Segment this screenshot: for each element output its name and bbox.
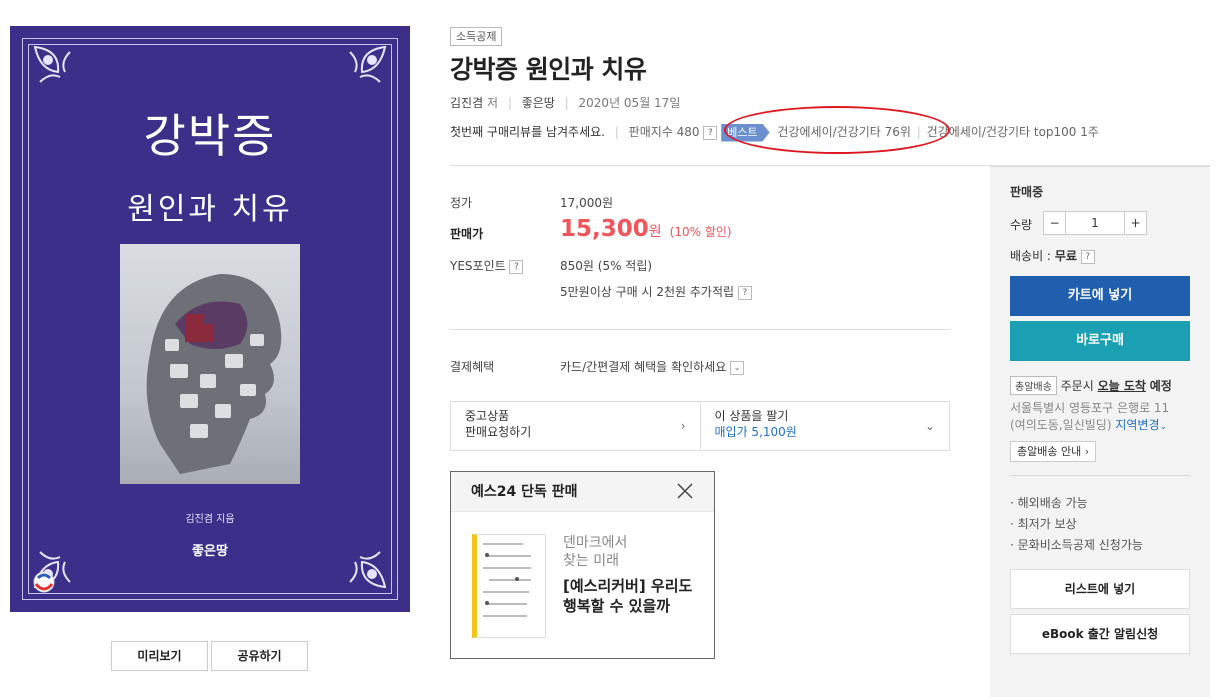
sale-price-label: 판매가 [450,227,484,241]
cover-author: 김진겸 지음 [185,514,235,525]
points-value: 850원 (5% 적립) [560,259,653,273]
quantity-stepper: − 1 + [1043,211,1147,235]
review-prompt-link[interactable]: 첫번째 구매리뷰를 남겨주세요. [450,125,605,139]
highlight-oval [724,106,950,154]
buy-now-button[interactable]: 바로구매 [1010,321,1190,361]
publish-date: 2020년 05월 17일 [578,96,681,110]
sale-price-unit: 원 [648,224,662,240]
close-icon[interactable] [676,482,694,500]
chevron-right-icon: › [680,419,686,433]
corner-logo-icon [33,571,55,593]
divider [1010,475,1190,476]
delivery-info-button[interactable]: 총알배송 안내 › [1010,441,1097,462]
ebook-alert-button[interactable]: eBook 출간 알림신청 [1010,614,1190,654]
add-to-cart-button[interactable]: 카트에 넣기 [1010,276,1190,316]
cover-illustration [120,244,300,484]
divider [450,165,990,166]
help-icon[interactable]: ? [737,285,752,300]
recommended-subtitle-line1: 덴마크에서 [563,535,628,551]
delivery-prefix: 주문시 [1060,379,1094,393]
ornament-icon [33,45,71,83]
help-icon[interactable]: ? [703,125,718,140]
income-deduction-badge: 소득공제 [450,27,503,46]
quantity-input[interactable]: 1 [1066,212,1124,234]
sale-status: 판매중 [1010,185,1044,199]
points-label-wrap: YES포인트 ? [450,257,524,274]
recommended-subtitle: 덴마크에서 찾는 미래 [563,534,627,570]
divider [450,329,950,330]
product-title: 강박증 원인과 치유 [450,55,647,84]
used-label: 중고상품 [465,409,510,423]
bonus-points: 5만원이상 구매 시 2천원 추가적립 [560,285,735,299]
cover-subtitle: 원인과 치유 [127,192,293,227]
feature-item: · 해외배송 가능 [1010,496,1088,510]
quantity-minus-button[interactable]: − [1044,212,1066,234]
preview-button[interactable]: 미리보기 [111,641,208,671]
delivery-suffix: 예정 [1149,379,1172,393]
address-block: 서울특별시 영등포구 은행로 11 (여의도동,일신빌딩) 지역변경⌄ [1010,400,1195,436]
recommended-title[interactable]: [예스리커버] 우리도 행복할 수 있을까 [563,576,703,616]
recommended-subtitle-line2: 찾는 미래 [563,553,619,569]
chevron-down-icon: ⌄ [1159,422,1168,432]
feature-list: · 해외배송 가능 · 최저가 보상 · 문화비소득공제 신청가능 [1010,493,1143,556]
rank-top100-link[interactable]: 건강에세이/건강기타 top100 1주 [927,125,1099,139]
payment-benefit-wrap[interactable]: 카드/간편결제 혜택을 확인하세요 ⌄ [560,358,745,375]
sale-price-value: 15,300 [560,216,649,242]
ornament-icon [349,45,387,83]
address-line2: (여의도동,일신빌딩) [1010,418,1112,432]
cover-publisher: 좋은땅 [192,544,228,559]
feature-item: · 문화비소득공제 신청가능 [1010,538,1143,552]
share-button[interactable]: 공유하기 [211,641,308,671]
chevron-down-icon[interactable]: ⌄ [730,360,745,375]
exclusive-title: 예스24 단독 판매 [471,484,578,500]
cover-title: 강박증 [143,109,277,163]
payment-benefit[interactable]: 카드/간편결제 혜택을 확인하세요 [560,360,726,374]
sell-this-item[interactable]: 이 상품을 팔기 매입가 5,100원 ⌄ [699,402,950,450]
exclusive-sale-box: 예스24 단독 판매 덴마크에서 찾는 미래 [예스리커버] 우리도 행복할 수… [450,471,715,659]
points-label: YES포인트 [450,259,506,273]
list-price-value: 17,000원 [560,196,614,210]
sell-label: 이 상품을 팔기 [714,409,789,423]
used-book-box: 중고상품 판매요청하기 › 이 상품을 팔기 매입가 5,100원 ⌄ [450,401,950,451]
quantity-label: 수량 [1010,218,1033,232]
change-region-link[interactable]: 지역변경 [1115,418,1159,432]
list-price-label: 정가 [450,196,473,210]
buyback-price: 매입가 5,100원 [714,425,797,439]
feature-item: · 최저가 보상 [1010,517,1077,531]
shipping-value: 무료 [1054,249,1077,263]
quantity-plus-button[interactable]: + [1124,212,1146,234]
sale-price: 15,300원 (10% 할인) [560,216,732,242]
recommended-book-thumbnail[interactable] [472,534,546,638]
help-icon[interactable]: ? [509,259,524,274]
publisher-link[interactable]: 좋은땅 [522,96,555,110]
exclusive-header: 예스24 단독 판매 [451,472,714,512]
used-sell-request[interactable]: 중고상품 판매요청하기 › [451,402,700,450]
shipping-label: 배송비 : [1010,249,1051,263]
address-line1: 서울특별시 영등포구 은행로 11 [1010,401,1170,415]
add-to-wishlist-button[interactable]: 리스트에 넣기 [1010,569,1190,609]
chevron-down-icon: ⌄ [924,419,935,433]
product-meta: 김진겸 저 | 좋은땅 | 2020년 05월 17일 [450,96,681,110]
delivery-info-label: 총알배송 안내 [1017,445,1082,458]
discount-rate: (10% 할인) [669,225,732,239]
delivery-row: 총알배송 주문시 오늘 도착 예정 [1010,376,1172,395]
shipping-row: 배송비 : 무료 ? [1010,247,1095,264]
payment-label: 결제혜택 [450,360,495,374]
bonus-points-wrap: 5만원이상 구매 시 2천원 추가적립 ? [560,283,752,300]
express-delivery-tag: 총알배송 [1010,376,1057,395]
sales-index: 판매지수 480 [628,125,700,139]
help-icon[interactable]: ? [1080,249,1095,264]
delivery-arrival: 오늘 도착 [1097,379,1146,393]
author-link[interactable]: 김진겸 [450,96,483,110]
author-suffix: 저 [486,96,498,110]
used-request-label: 판매요청하기 [465,425,532,439]
